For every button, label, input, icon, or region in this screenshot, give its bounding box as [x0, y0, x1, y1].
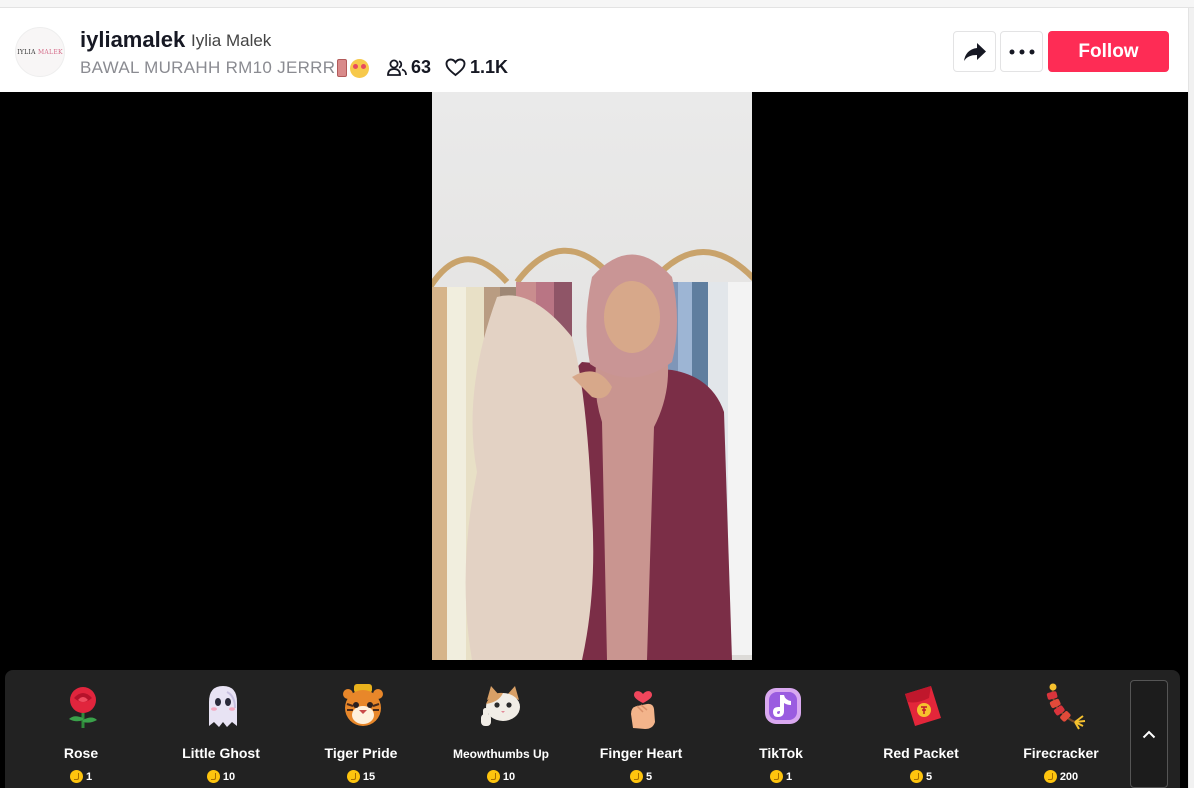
- gift-name: Rose: [63, 745, 99, 761]
- like-count: 1.1K: [445, 57, 508, 78]
- heart-icon: [445, 58, 466, 77]
- gift-name: Little Ghost: [182, 745, 260, 761]
- viewer-count: 63: [387, 57, 431, 78]
- coin-icon: [1043, 770, 1057, 783]
- gift-name: Firecracker: [1023, 745, 1099, 761]
- gift-name: Finger Heart: [599, 745, 683, 761]
- gift-price: 1: [711, 770, 851, 783]
- gift-price: 10: [151, 770, 291, 783]
- gift-tiger-pride[interactable]: Tiger Pride 15: [291, 670, 431, 788]
- viewers-icon: [387, 59, 407, 76]
- gift-name: Tiger Pride: [324, 745, 398, 761]
- viewer-count-text: 63: [411, 57, 432, 77]
- share-icon: [963, 42, 986, 61]
- cat-icon: [481, 686, 520, 726]
- more-icon: [1009, 49, 1034, 54]
- fabric-emoji-icon: [337, 59, 348, 77]
- gift-price: 1: [11, 770, 151, 783]
- gift-rose[interactable]: Rose 1: [11, 670, 151, 788]
- gift-price: 10: [431, 770, 571, 783]
- browser-top-strip: [0, 0, 1194, 8]
- gift-finger-heart[interactable]: Finger Heart 5: [571, 670, 711, 788]
- coin-icon: [909, 770, 923, 783]
- more-options-button[interactable]: [1000, 31, 1043, 72]
- coin-icon: [346, 770, 360, 783]
- gift-price: 200: [991, 770, 1131, 783]
- gift-name: Meowthumbs Up: [453, 747, 549, 761]
- live-title: BAWAL MURAHH RM10 JERRR: [80, 58, 370, 78]
- follow-button[interactable]: Follow: [1048, 31, 1169, 72]
- avatar-logo: IYLIA MALEK: [17, 48, 63, 56]
- gift-firecracker[interactable]: Firecracker 200: [991, 670, 1131, 788]
- gift-price: 5: [571, 770, 711, 783]
- share-button[interactable]: [953, 31, 996, 72]
- coin-icon: [69, 770, 83, 783]
- gift-tiktok[interactable]: TikTok 1: [711, 670, 851, 788]
- gift-name: Red Packet: [883, 745, 959, 761]
- gift-red-packet[interactable]: Red Packet 5: [851, 670, 991, 788]
- gift-meowthumbs-up[interactable]: Meowthumbs Up 10: [431, 670, 571, 788]
- ghost-icon: [209, 686, 237, 727]
- coin-icon: [486, 770, 500, 783]
- coin-icon: [629, 770, 643, 783]
- chevron-up-icon: [1142, 730, 1156, 738]
- coin-icon: [769, 770, 783, 783]
- gift-name: TikTok: [759, 745, 803, 761]
- gift-price: 5: [851, 770, 991, 783]
- like-count-text: 1.1K: [470, 57, 509, 77]
- avatar[interactable]: IYLIA MALEK: [15, 27, 65, 77]
- tiktok-icon: [765, 688, 801, 724]
- video-player[interactable]: Rose 1 Little Ghost 10 Tiger Pride 15 Me…: [0, 92, 1188, 788]
- coin-icon: [206, 770, 220, 783]
- live-header: IYLIA MALEK iyliamalek Iylia Malek BAWAL…: [0, 9, 1188, 92]
- tiger-icon: [343, 684, 383, 726]
- rose-icon: [69, 687, 97, 728]
- live-stream-image: [432, 92, 752, 660]
- scrollbar[interactable]: [1188, 8, 1194, 788]
- expand-gifts-button[interactable]: [1130, 680, 1168, 788]
- gift-price: 15: [291, 770, 431, 783]
- display-name: Iylia Malek: [191, 31, 272, 50]
- heart-eyes-emoji-icon: [350, 58, 370, 78]
- username[interactable]: iyliamalek: [80, 27, 185, 53]
- live-video-frame[interactable]: [432, 92, 752, 660]
- gift-little-ghost[interactable]: Little Ghost 10: [151, 670, 291, 788]
- firecracker-icon: [1046, 683, 1086, 730]
- red-packet-icon: [905, 686, 941, 726]
- gift-panel: Rose 1 Little Ghost 10 Tiger Pride 15 Me…: [5, 670, 1180, 788]
- finger-heart-icon: [631, 691, 655, 729]
- live-title-text: BAWAL MURAHH RM10 JERRR: [80, 58, 336, 77]
